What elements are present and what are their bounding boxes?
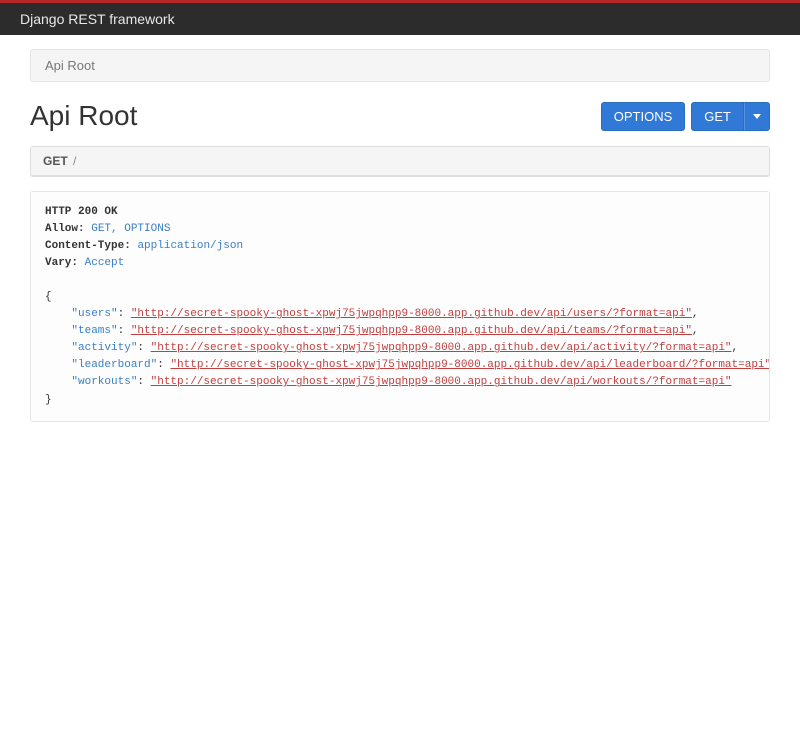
content-type-value: application/json bbox=[137, 240, 243, 252]
request-method: GET bbox=[43, 154, 68, 168]
json-key-activity: "activity" bbox=[71, 342, 137, 354]
json-close-brace: } bbox=[45, 394, 52, 406]
breadcrumb-item[interactable]: Api Root bbox=[45, 58, 95, 73]
json-key-leaderboard: "leaderboard" bbox=[71, 359, 157, 371]
navbar: Django REST framework bbox=[0, 3, 800, 35]
options-button[interactable]: OPTIONS bbox=[601, 102, 686, 131]
json-key-workouts: "workouts" bbox=[71, 376, 137, 388]
status-line: HTTP 200 OK bbox=[45, 206, 118, 218]
json-link-activity[interactable]: "http://secret-spooky-ghost-xpwj75jwpqhp… bbox=[151, 342, 732, 354]
json-open-brace: { bbox=[45, 291, 52, 303]
page-title: Api Root bbox=[30, 100, 137, 132]
request-panel: GET / bbox=[30, 146, 770, 177]
json-key-teams: "teams" bbox=[71, 325, 117, 337]
allow-label: Allow: bbox=[45, 223, 85, 235]
request-path: / bbox=[73, 154, 76, 168]
brand-link[interactable]: Django REST framework bbox=[20, 11, 175, 27]
allow-value: GET, OPTIONS bbox=[91, 223, 170, 235]
vary-value: Accept bbox=[85, 257, 125, 269]
json-link-leaderboard[interactable]: "http://secret-spooky-ghost-xpwj75jwpqhp… bbox=[170, 359, 770, 371]
breadcrumb: Api Root bbox=[30, 49, 770, 82]
json-link-teams[interactable]: "http://secret-spooky-ghost-xpwj75jwpqhp… bbox=[131, 325, 692, 337]
json-link-workouts[interactable]: "http://secret-spooky-ghost-xpwj75jwpqhp… bbox=[151, 376, 732, 388]
json-link-users[interactable]: "http://secret-spooky-ghost-xpwj75jwpqhp… bbox=[131, 308, 692, 320]
vary-label: Vary: bbox=[45, 257, 78, 269]
content-type-label: Content-Type: bbox=[45, 240, 131, 252]
caret-down-icon bbox=[753, 114, 761, 119]
main-container: Api Root Api Root OPTIONS GET GET / HTTP… bbox=[10, 49, 790, 422]
header-row: Api Root OPTIONS GET bbox=[30, 100, 770, 132]
get-dropdown-toggle[interactable] bbox=[744, 102, 770, 131]
request-header: GET / bbox=[31, 147, 769, 176]
response-body: HTTP 200 OK Allow: GET, OPTIONS Content-… bbox=[30, 191, 770, 422]
get-button[interactable]: GET bbox=[691, 102, 744, 131]
get-split-button: GET bbox=[691, 102, 770, 131]
button-group: OPTIONS GET bbox=[601, 102, 770, 131]
json-key-users: "users" bbox=[71, 308, 117, 320]
